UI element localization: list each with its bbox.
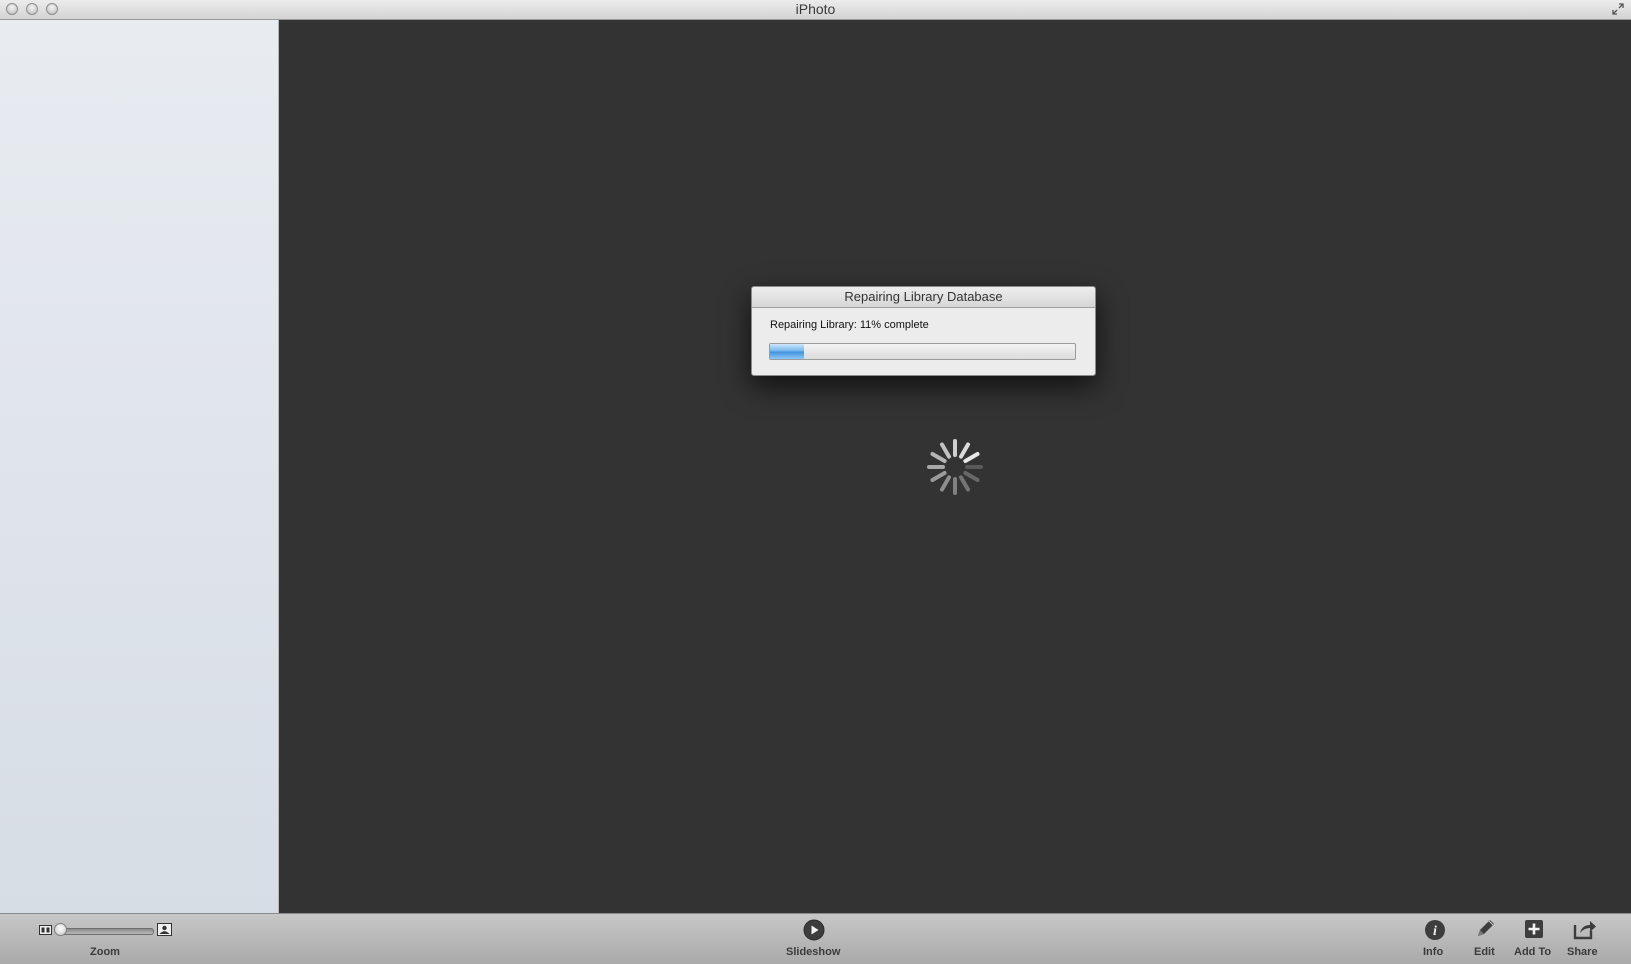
share-button[interactable]: Share [1567, 946, 1598, 958]
spinner-icon [927, 439, 983, 495]
add-to-button[interactable]: Add To [1514, 946, 1551, 958]
repair-progress-dialog: Repairing Library Database Repairing Lib… [751, 286, 1096, 376]
edit-button[interactable]: Edit [1474, 946, 1495, 958]
spinner-spoke [963, 452, 980, 463]
small-thumbnail-icon[interactable] [39, 925, 52, 935]
spinner-spoke [959, 442, 970, 459]
title-bar: iPhoto [0, 0, 1631, 20]
spinner-spoke [930, 452, 947, 463]
play-icon[interactable] [803, 919, 825, 941]
bottom-toolbar: Zoom Slideshow i Info Edit Add To Share [0, 913, 1631, 964]
dialog-title: Repairing Library Database [752, 287, 1095, 308]
svg-text:i: i [1433, 924, 1437, 939]
progress-bar-fill [770, 344, 804, 359]
progress-message: Repairing Library: 11% complete [770, 319, 929, 331]
iphoto-window: iPhoto Repairing Library Database Repair… [0, 0, 1631, 964]
spinner-spoke [963, 471, 980, 482]
zoom-label: Zoom [90, 946, 120, 958]
large-thumbnail-icon[interactable] [157, 923, 172, 936]
plus-icon[interactable] [1524, 919, 1544, 939]
zoom-slider-track[interactable] [58, 928, 154, 935]
source-list-sidebar[interactable] [0, 20, 279, 914]
progress-bar [769, 343, 1076, 360]
slideshow-button[interactable]: Slideshow [786, 946, 840, 958]
zoom-slider-knob[interactable] [54, 923, 67, 936]
window-title: iPhoto [795, 1, 836, 17]
share-icon[interactable] [1573, 918, 1597, 940]
spinner-spoke [940, 442, 951, 459]
info-button[interactable]: Info [1423, 946, 1443, 958]
pencil-icon[interactable] [1474, 918, 1496, 940]
spinner-spoke [930, 471, 947, 482]
spinner-spoke [959, 475, 970, 492]
info-icon[interactable]: i [1424, 919, 1446, 941]
spinner-spoke [940, 475, 951, 492]
fullscreen-icon[interactable] [1611, 2, 1625, 16]
